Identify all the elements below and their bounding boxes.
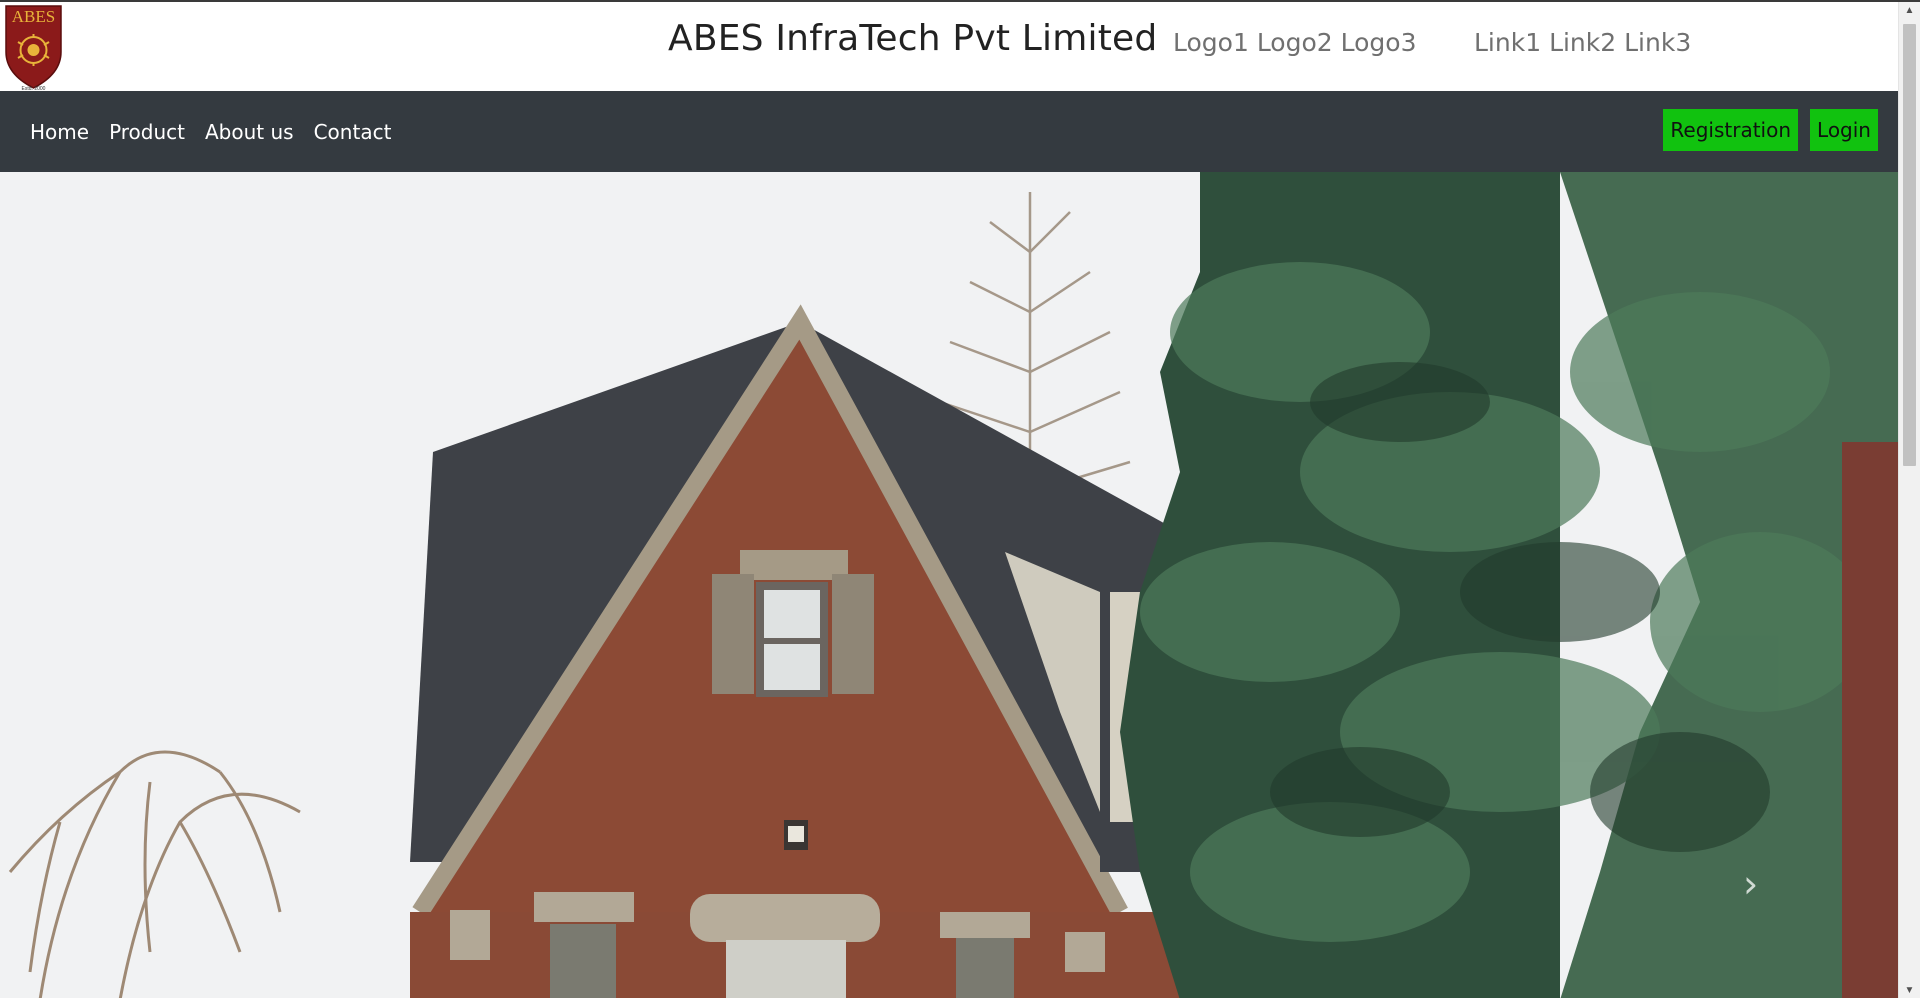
scroll-up-arrow-icon[interactable]: ▲ bbox=[1899, 2, 1920, 20]
nav-item-home[interactable]: Home bbox=[30, 120, 89, 144]
abes-logo[interactable]: ABES Estd. 2000 bbox=[3, 4, 64, 92]
site-title: ABES InfraTech Pvt Limited bbox=[668, 18, 1158, 59]
nav-item-contact[interactable]: Contact bbox=[314, 120, 392, 144]
nav-menu: Home Product About us Contact bbox=[30, 91, 411, 172]
scrollbar-thumb[interactable] bbox=[1903, 24, 1916, 466]
hero-carousel: › bbox=[0, 172, 1898, 998]
nav-item-about-us[interactable]: About us bbox=[205, 120, 294, 144]
registration-button[interactable]: Registration bbox=[1663, 109, 1799, 151]
carousel-next-arrow[interactable]: › bbox=[1743, 862, 1758, 906]
top-header: ABES Estd. 2000 ABES InfraTech Pvt Limit… bbox=[0, 2, 1920, 92]
logo-links: Logo1 Logo2 Logo3 bbox=[1173, 28, 1416, 57]
main-navbar: Home Product About us Contact Registrati… bbox=[0, 91, 1898, 172]
vertical-scrollbar[interactable]: ▲ ▼ bbox=[1898, 2, 1920, 998]
logo-link-2[interactable]: Logo2 bbox=[1257, 28, 1333, 57]
header-link-2[interactable]: Link2 bbox=[1549, 28, 1616, 57]
header-link-3[interactable]: Link3 bbox=[1624, 28, 1691, 57]
logo-text: ABES bbox=[12, 7, 55, 26]
header-links: Link1 Link2 Link3 bbox=[1474, 28, 1691, 57]
logo-link-1[interactable]: Logo1 bbox=[1173, 28, 1249, 57]
logo-link-3[interactable]: Logo3 bbox=[1341, 28, 1417, 57]
login-button[interactable]: Login bbox=[1810, 109, 1878, 151]
auth-buttons: Registration Login bbox=[1663, 109, 1878, 151]
scroll-down-arrow-icon[interactable]: ▼ bbox=[1899, 982, 1920, 998]
hero-house-image bbox=[0, 172, 1898, 998]
header-link-1[interactable]: Link1 bbox=[1474, 28, 1541, 57]
nav-item-product[interactable]: Product bbox=[109, 120, 185, 144]
page: ABES Estd. 2000 ABES InfraTech Pvt Limit… bbox=[0, 0, 1920, 998]
